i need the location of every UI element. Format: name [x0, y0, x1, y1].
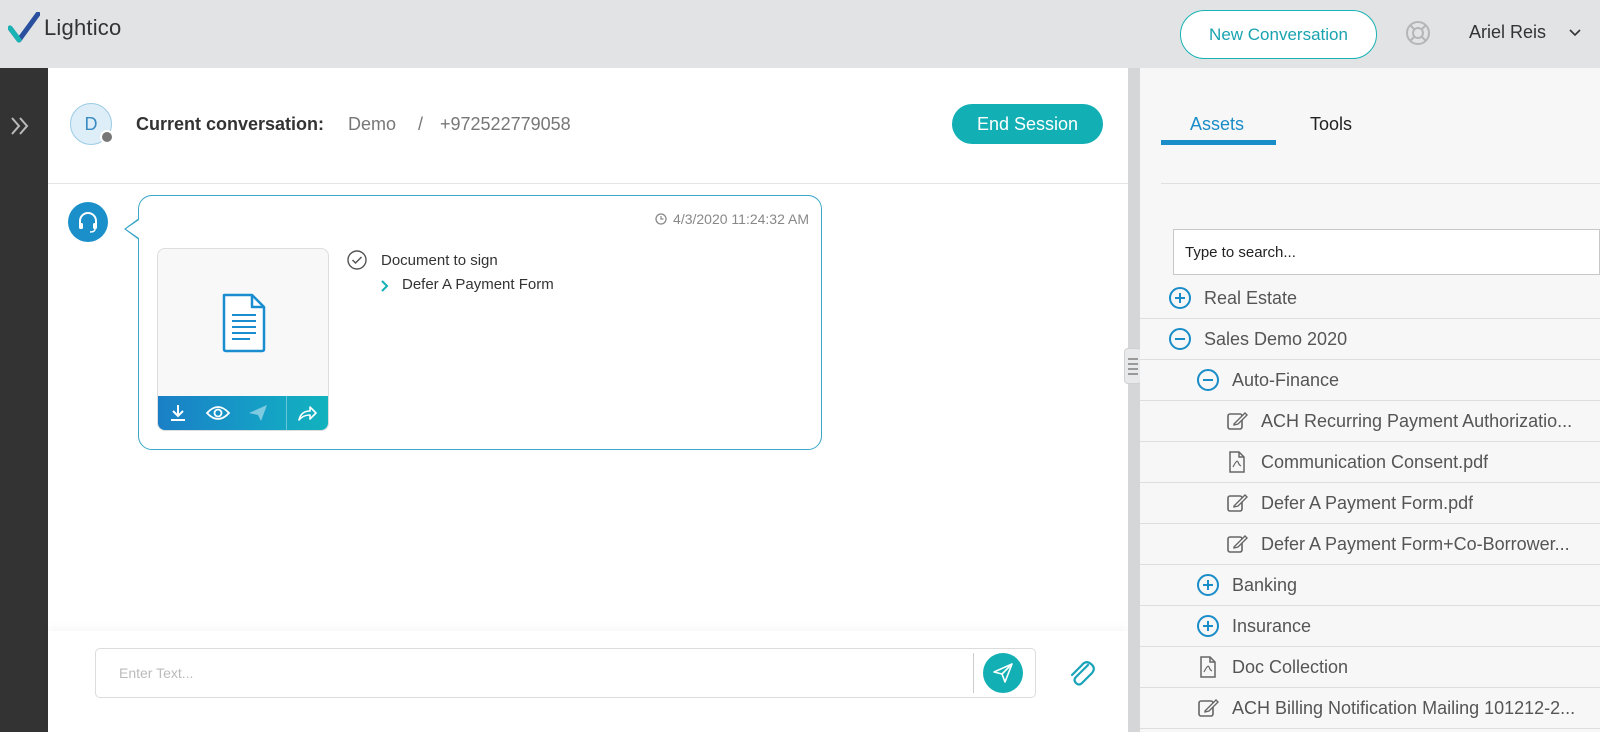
tree-item[interactable]: Doc Collection [1140, 647, 1600, 688]
document-to-sign-title: Document to sign [381, 252, 498, 269]
tree-item-label: Defer A Payment Form.pdf [1261, 492, 1474, 513]
tree-item[interactable]: ACH Billing Notification Mailing 101212-… [1140, 688, 1600, 729]
tree-item-label: ACH Billing Notification Mailing 101212-… [1232, 697, 1576, 718]
headset-icon [79, 212, 97, 233]
lifebuoy-icon[interactable] [1405, 20, 1431, 46]
share-arrow-icon [297, 406, 317, 421]
tab-tools[interactable]: Tools [1310, 114, 1352, 135]
contact-name: Demo [348, 114, 397, 134]
clock-icon [655, 213, 667, 225]
compose-area [48, 631, 1128, 732]
pdf-icon[interactable] [1225, 450, 1249, 474]
plus-circle-icon[interactable] [1196, 573, 1220, 597]
input-divider [973, 653, 974, 693]
tab-assets[interactable]: Assets [1190, 114, 1244, 135]
paperclip-icon[interactable] [1064, 657, 1098, 691]
edit-doc-icon[interactable] [1225, 532, 1249, 556]
lightico-logo-icon [8, 12, 40, 43]
edit-doc-icon[interactable] [1196, 696, 1220, 720]
agent-avatar [68, 202, 108, 242]
edit-doc-icon[interactable] [1225, 491, 1249, 515]
current-conversation-label: Current conversation: [136, 114, 325, 134]
document-link[interactable]: Defer A Payment Form [402, 276, 554, 293]
new-conversation-button[interactable]: New Conversation [1180, 10, 1377, 59]
logo-text: Lightico [44, 15, 122, 40]
send-icon [993, 663, 1013, 683]
send-button[interactable] [983, 653, 1023, 693]
document-card[interactable] [157, 248, 329, 431]
document-actions [158, 396, 328, 430]
tree-item-label: Communication Consent.pdf [1261, 451, 1489, 472]
user-name[interactable]: Ariel Reis [1469, 22, 1546, 43]
tree-item-label: Doc Collection [1232, 656, 1349, 677]
tree-item-label: Banking [1232, 574, 1298, 595]
panel-splitter[interactable] [1128, 68, 1140, 732]
tree-item[interactable]: Auto-Finance [1140, 360, 1600, 401]
end-session-button[interactable]: End Session [952, 104, 1103, 144]
active-tab-indicator [1161, 140, 1276, 145]
double-chevron-right-icon[interactable] [8, 113, 34, 139]
status-indicator [100, 130, 114, 144]
tree-item[interactable]: Insurance [1140, 606, 1600, 647]
assets-search-input[interactable] [1173, 229, 1600, 275]
message-bubble: 4/3/2020 11:24:32 AM Document to sign De… [138, 195, 822, 450]
contact-phone: +972522779058 [440, 114, 571, 134]
lightico-logo[interactable]: Lightico [8, 12, 121, 44]
plus-circle-icon[interactable] [1196, 614, 1220, 638]
chevron-right-icon [381, 280, 389, 292]
preview-button[interactable] [198, 396, 238, 430]
tree-item-label: Real Estate [1204, 287, 1298, 308]
chevron-down-icon[interactable] [1568, 26, 1582, 40]
pdf-icon[interactable] [1196, 655, 1220, 679]
tree-item[interactable]: ACH Recurring Payment Authorizatio... [1140, 401, 1600, 442]
tree-item[interactable]: Sales Demo 2020 [1140, 319, 1600, 360]
assets-panel: Assets Tools Real Estate Sales Demo 2020 A… [1140, 68, 1600, 732]
paper-plane-icon [249, 405, 267, 421]
minus-circle-icon[interactable] [1168, 327, 1192, 351]
tree-item-label: ACH Recurring Payment Authorizatio... [1261, 410, 1573, 431]
tree-item[interactable]: Communication Consent.pdf [1140, 442, 1600, 483]
timestamp-text: 4/3/2020 11:24:32 AM [673, 211, 809, 227]
tabs-divider [1161, 183, 1600, 184]
separator: / [418, 114, 424, 134]
document-icon [222, 293, 266, 353]
share-button[interactable] [286, 396, 326, 430]
tree-item-label: Auto-Finance [1232, 369, 1340, 390]
message-input[interactable] [95, 648, 1036, 698]
tree-item-label: Insurance [1232, 615, 1312, 636]
tree-item-label: Sales Demo 2020 [1204, 328, 1348, 349]
conversation-area: D Current conversation: Demo / +97252277… [48, 68, 1128, 732]
tree-item-label: Defer A Payment Form+Co-Borrower... [1261, 533, 1570, 554]
message-timestamp: 4/3/2020 11:24:32 AM [655, 211, 809, 227]
tree-item[interactable]: Defer A Payment Form.pdf [1140, 483, 1600, 524]
top-bar: Lightico New Conversation Ariel Reis [0, 0, 1600, 68]
download-button[interactable] [158, 396, 198, 430]
plus-circle-icon[interactable] [1168, 286, 1192, 310]
edit-doc-icon[interactable] [1225, 409, 1249, 433]
check-circle-icon [347, 250, 367, 270]
tree-item[interactable]: Defer A Payment Form+Co-Borrower... [1140, 524, 1600, 565]
bubble-tail-fill [126, 220, 139, 238]
tree-item[interactable]: Real Estate [1140, 278, 1600, 319]
eye-icon [206, 406, 230, 420]
collapsed-sidebar [0, 68, 48, 732]
download-icon [171, 405, 185, 421]
tree-item[interactable]: Banking [1140, 565, 1600, 606]
minus-circle-icon[interactable] [1196, 368, 1220, 392]
conversation-header: D Current conversation: Demo / +97252277… [48, 68, 1128, 184]
send-document-button[interactable] [238, 396, 278, 430]
